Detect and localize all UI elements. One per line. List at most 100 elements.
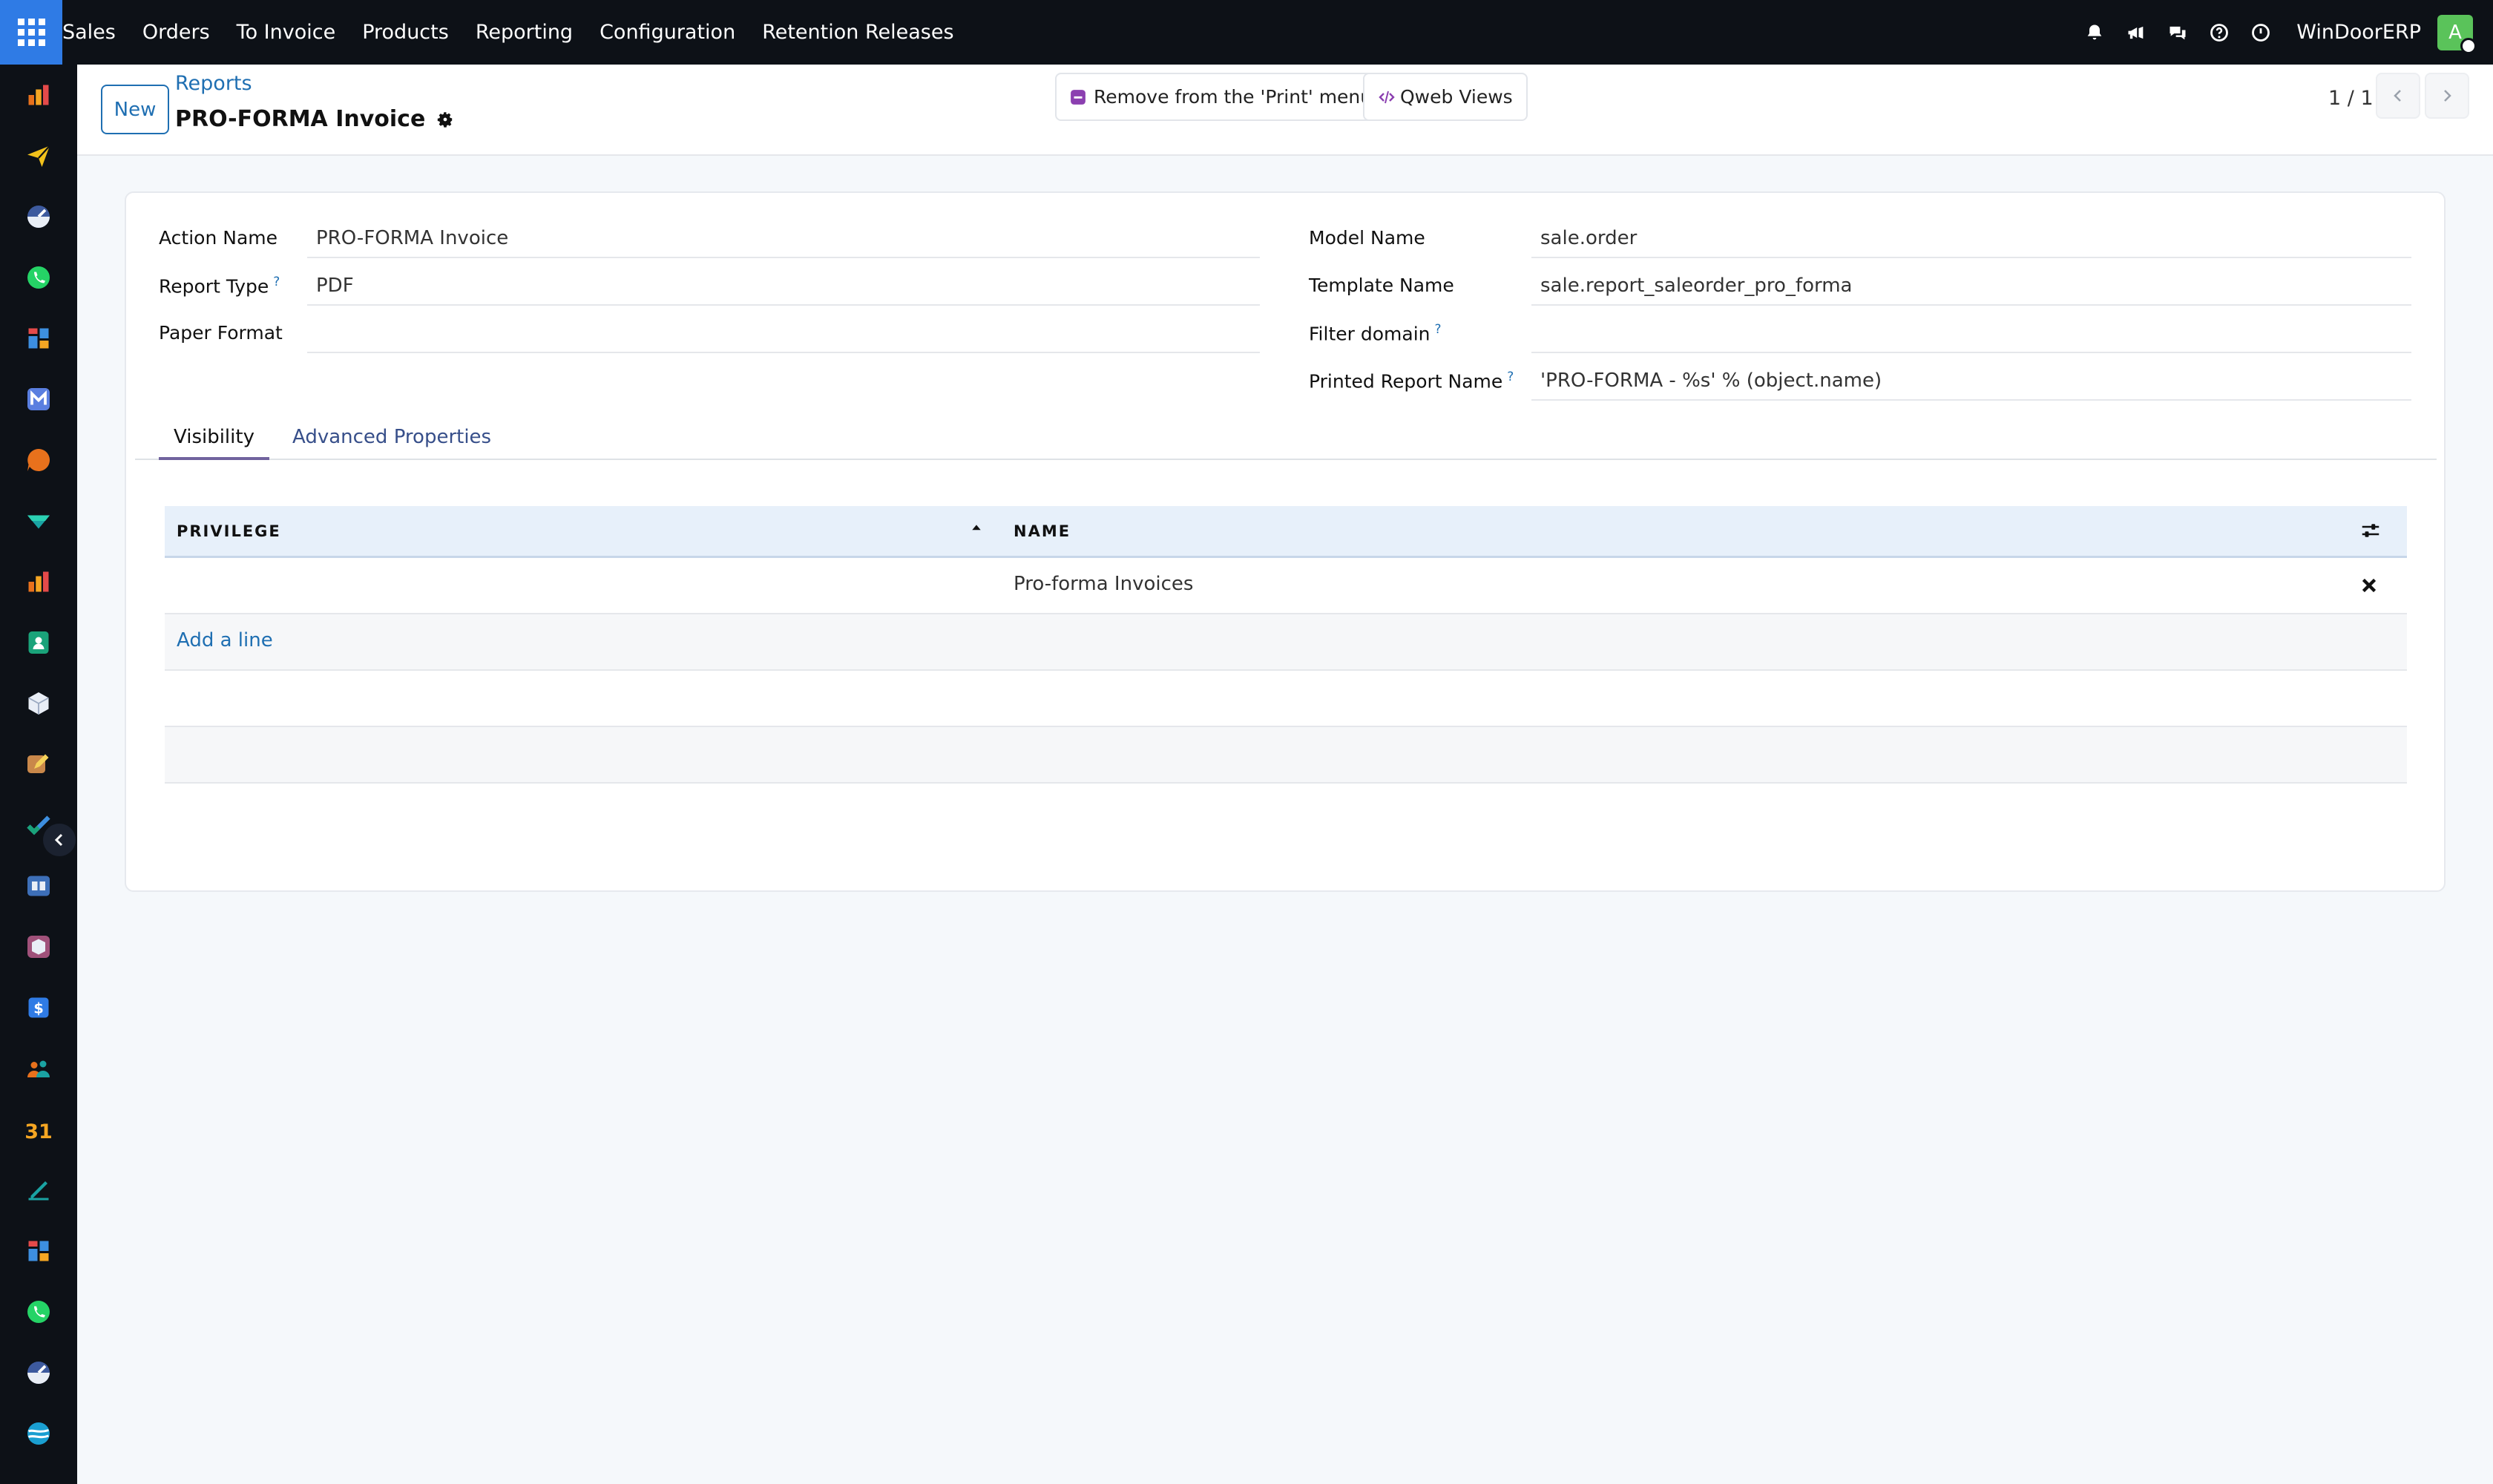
- dashboard-app-icon[interactable]: [25, 325, 52, 352]
- chevron-right-icon: [2444, 90, 2451, 102]
- row-name[interactable]: Pro-forma Invoices: [1014, 573, 1193, 595]
- megaphone-icon[interactable]: [2126, 22, 2147, 43]
- tab-visibility[interactable]: Visibility: [159, 418, 269, 460]
- table-row-add: Add a line: [165, 614, 2407, 671]
- main-menu: Sales Orders To Invoice Products Reporti…: [62, 0, 968, 65]
- report-type-label-text: Report Type: [159, 275, 269, 298]
- bell-icon[interactable]: [2084, 22, 2105, 43]
- column-header-privilege[interactable]: PRIVILEGE: [177, 522, 281, 540]
- model-name-label: Model Name: [1309, 227, 1425, 249]
- paper-format-label-text: Paper Format: [159, 322, 283, 344]
- menu-app-name[interactable]: Sales: [62, 0, 129, 65]
- template-name-field[interactable]: sale.report_saleorder_pro_forma: [1531, 267, 2411, 306]
- mail-app-icon[interactable]: [25, 386, 52, 413]
- minus-square-icon: [1070, 89, 1086, 105]
- report-type-help-icon[interactable]: ?: [273, 275, 280, 289]
- package-app-icon[interactable]: [25, 933, 52, 960]
- tab-advanced-properties[interactable]: Advanced Properties: [277, 418, 506, 460]
- add-a-line-link[interactable]: Add a line: [177, 629, 273, 651]
- send-app-icon[interactable]: [25, 142, 52, 169]
- action-name-label-text: Action Name: [159, 227, 277, 249]
- chevron-left-icon: [2394, 90, 2401, 102]
- table-row-empty: [165, 671, 2407, 727]
- menu-to-invoice[interactable]: To Invoice: [223, 0, 349, 65]
- app-sidebar: $ 31: [0, 65, 77, 1484]
- remove-from-print-label: Remove from the 'Print' menu: [1094, 86, 1373, 108]
- action-name-field[interactable]: PRO-FORMA Invoice: [307, 220, 1260, 258]
- model-name-field[interactable]: sale.order: [1531, 220, 2411, 258]
- table-row[interactable]: Pro-forma Invoices: [165, 558, 2407, 614]
- check-app-icon[interactable]: [25, 508, 52, 534]
- breadcrumb-reports[interactable]: Reports: [175, 72, 252, 95]
- pager-value[interactable]: 1 / 1: [2328, 87, 2374, 110]
- navbar-systray: WinDoorERP A: [2074, 0, 2493, 65]
- printed-report-name-field[interactable]: 'PRO-FORMA - %s' % (object.name): [1531, 362, 2411, 401]
- invoice-app-icon[interactable]: $: [25, 994, 52, 1021]
- filter-domain-label: Filter domain?: [1309, 322, 1442, 344]
- calendar-app-icon[interactable]: 31: [25, 1116, 52, 1143]
- calendar-day: 31: [25, 1120, 52, 1143]
- printed-report-name-label-text: Printed Report Name: [1309, 370, 1503, 393]
- pager-previous-button[interactable]: [2376, 73, 2420, 119]
- record-title-text: PRO-FORMA Invoice: [175, 106, 426, 132]
- employees-app-icon[interactable]: [25, 1055, 52, 1082]
- column-header-name[interactable]: NAME: [1014, 522, 1071, 540]
- contacts-app-icon[interactable]: [25, 629, 52, 656]
- new-button[interactable]: New: [101, 85, 169, 134]
- filter-domain-help-icon[interactable]: ?: [1435, 322, 1442, 337]
- menu-configuration[interactable]: Configuration: [586, 0, 749, 65]
- printed-report-name-label: Printed Report Name?: [1309, 370, 1514, 392]
- dashboard2-app-icon[interactable]: [25, 1238, 52, 1264]
- svg-text:$: $: [33, 1000, 44, 1017]
- user-avatar[interactable]: A: [2437, 14, 2477, 54]
- speedometer2-app-icon[interactable]: [25, 1359, 52, 1386]
- groups-table: PRIVILEGE NAME Pro-forma Invoices Add a …: [165, 506, 2407, 784]
- menu-orders[interactable]: Orders: [129, 0, 223, 65]
- action-name-label: Action Name: [159, 227, 277, 249]
- chart-app-icon[interactable]: [25, 568, 52, 595]
- filter-domain-field[interactable]: [1531, 315, 2411, 353]
- menu-products[interactable]: Products: [349, 0, 462, 65]
- inventory-app-icon[interactable]: [25, 690, 52, 717]
- sign-app-icon[interactable]: [25, 1177, 52, 1204]
- sales-app-icon[interactable]: [25, 82, 52, 108]
- menu-reporting[interactable]: Reporting: [462, 0, 586, 65]
- qweb-views-button[interactable]: Qweb Views: [1363, 73, 1528, 121]
- speedometer-app-icon[interactable]: [25, 203, 52, 230]
- sort-ascending-icon[interactable]: [970, 522, 982, 537]
- menu-retention-releases[interactable]: Retention Releases: [749, 0, 967, 65]
- qweb-views-label: Qweb Views: [1400, 86, 1513, 108]
- chat-icon[interactable]: [2167, 22, 2188, 43]
- edit-app-icon[interactable]: [25, 751, 52, 778]
- whatsapp-app-icon[interactable]: [25, 264, 52, 291]
- knowledge-app-icon[interactable]: [25, 873, 52, 899]
- paper-format-field[interactable]: [307, 315, 1260, 353]
- template-name-label-text: Template Name: [1309, 275, 1454, 296]
- company-name[interactable]: WinDoorERP: [2296, 21, 2421, 44]
- paper-format-label: Paper Format: [159, 322, 283, 344]
- printed-report-name-help-icon[interactable]: ?: [1507, 370, 1514, 384]
- todo-app-icon[interactable]: [25, 812, 52, 838]
- filter-domain-label-text: Filter domain: [1309, 323, 1431, 345]
- model-name-label-text: Model Name: [1309, 227, 1425, 249]
- table-header: PRIVILEGE NAME: [165, 506, 2407, 558]
- record-title: PRO-FORMA Invoice: [175, 106, 455, 132]
- web-app-icon[interactable]: [25, 1420, 52, 1447]
- apps-menu-button[interactable]: [0, 0, 62, 65]
- notebook-tabs: Visibility Advanced Properties: [135, 418, 2437, 460]
- grid-icon: [17, 19, 45, 46]
- presence-indicator: [2460, 37, 2477, 54]
- gear-icon[interactable]: [436, 110, 455, 129]
- pager-next-button[interactable]: [2425, 73, 2469, 119]
- optional-columns-icon[interactable]: [2359, 519, 2382, 545]
- template-name-label: Template Name: [1309, 275, 1454, 296]
- report-type-field[interactable]: PDF: [307, 267, 1260, 306]
- whatsapp2-app-icon[interactable]: [25, 1298, 52, 1325]
- clock-icon[interactable]: [2250, 22, 2271, 43]
- delete-row-icon[interactable]: [2359, 576, 2379, 598]
- help-icon[interactable]: [2209, 22, 2230, 43]
- form-sheet: Action Name PRO-FORMA Invoice Report Typ…: [125, 191, 2446, 892]
- code-icon: [1378, 88, 1396, 106]
- remove-from-print-button[interactable]: Remove from the 'Print' menu: [1055, 73, 1387, 121]
- livechat-app-icon[interactable]: [25, 447, 52, 473]
